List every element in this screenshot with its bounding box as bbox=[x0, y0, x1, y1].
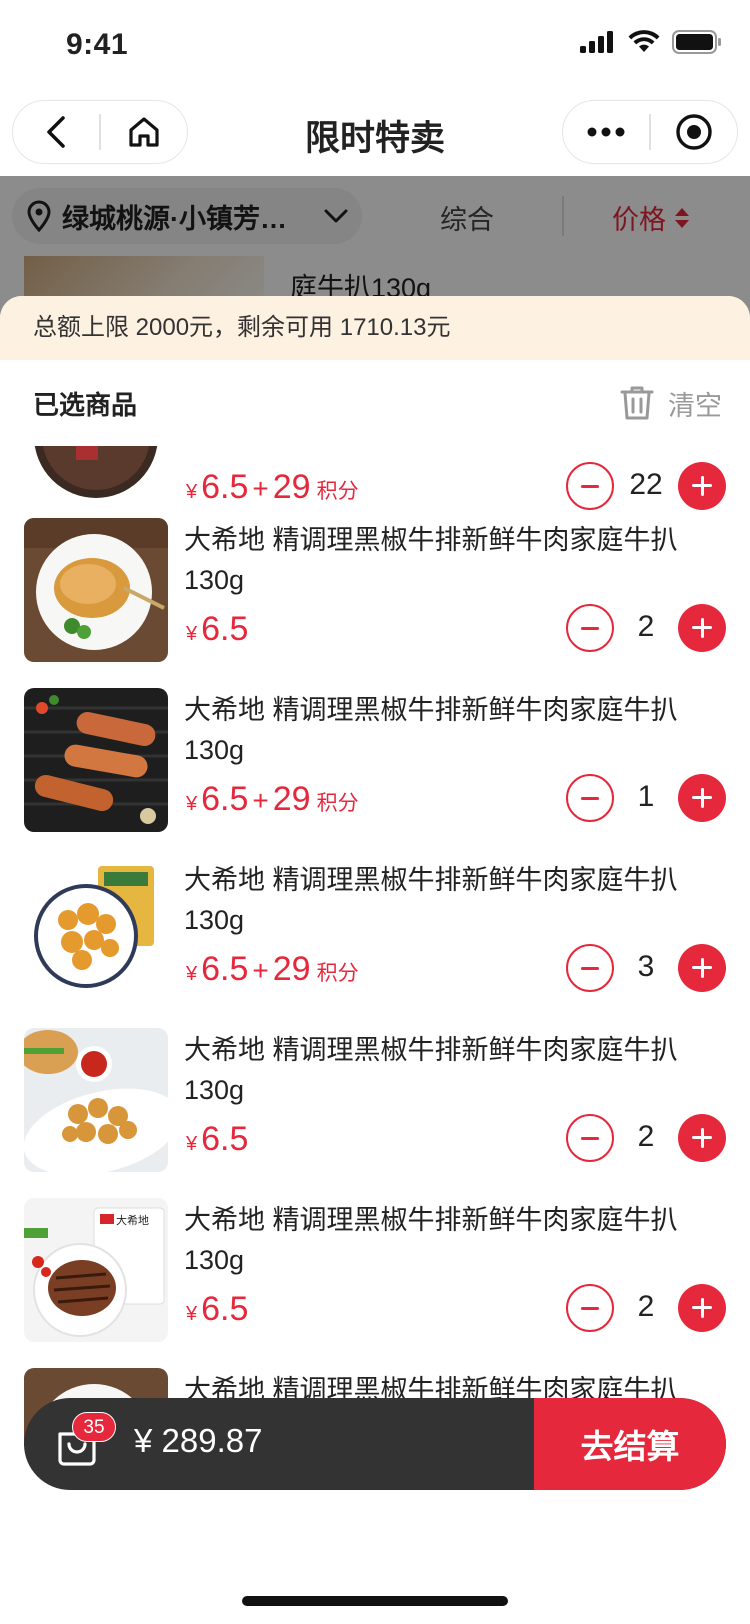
product-thumbnail[interactable] bbox=[24, 518, 168, 662]
item-name: 大希地 精调理黑椒牛排新鲜牛肉家庭牛扒130g bbox=[184, 525, 678, 595]
quantity-stepper: 3 bbox=[566, 944, 726, 992]
quantity-value: 3 bbox=[637, 950, 655, 983]
product-thumbnail[interactable] bbox=[24, 858, 168, 1002]
status-icons bbox=[580, 30, 722, 54]
list-item: 大希地 大希地 精调理黑椒牛排新鲜牛肉家庭牛扒130g ¥ 6.5 2 bbox=[0, 1198, 750, 1368]
signal-icon bbox=[580, 31, 613, 53]
product-thumbnail[interactable] bbox=[24, 688, 168, 832]
decrease-button[interactable] bbox=[566, 1284, 614, 1332]
increase-button[interactable] bbox=[678, 944, 726, 992]
currency-symbol: ¥ bbox=[186, 623, 198, 645]
cart-summary[interactable]: 35 ¥ 289.87 bbox=[24, 1398, 534, 1490]
limit-banner: 总额上限 2000元，剩余可用 1710.13元 bbox=[0, 296, 750, 360]
increase-button[interactable] bbox=[678, 462, 726, 510]
currency-symbol: ¥ bbox=[186, 1303, 198, 1325]
price-value: 6.5 bbox=[201, 468, 249, 506]
item-price: ¥ 6.5 + 29 积分 bbox=[186, 950, 359, 988]
decrease-button[interactable] bbox=[566, 462, 614, 510]
item-price: ¥ 6.5 bbox=[186, 1120, 248, 1159]
nav-bar: 限时特卖 bbox=[0, 92, 750, 176]
quantity-stepper: 2 bbox=[566, 1114, 726, 1162]
more-button[interactable] bbox=[563, 100, 649, 164]
increase-button[interactable] bbox=[678, 1284, 726, 1332]
increase-button[interactable] bbox=[678, 774, 726, 822]
clear-label: 清空 bbox=[668, 390, 722, 421]
points-label: 积分 bbox=[316, 962, 359, 985]
list-item: 大希地 精调理黑椒牛排新鲜牛肉家庭牛扒130g ¥ 6.5 2 bbox=[0, 518, 750, 688]
checkout-bar: 35 ¥ 289.87 去结算 bbox=[24, 1398, 726, 1490]
product-thumbnail[interactable] bbox=[24, 1028, 168, 1172]
quantity-stepper: 2 bbox=[566, 604, 726, 652]
sheet-header: 已选商品 清空 bbox=[0, 360, 750, 446]
quantity-stepper: 22 bbox=[566, 462, 726, 510]
wifi-icon bbox=[628, 30, 660, 52]
svg-text:大希地: 大希地 bbox=[116, 1213, 149, 1227]
price-value: 6.5 bbox=[201, 950, 249, 988]
home-indicator bbox=[242, 1596, 508, 1606]
item-price: ¥ 6.5 + 29 积分 bbox=[186, 468, 359, 506]
increase-button[interactable] bbox=[678, 604, 726, 652]
points-label: 积分 bbox=[316, 480, 359, 503]
price-value: 6.5 bbox=[201, 1290, 249, 1328]
price-value: 6.5 bbox=[201, 780, 249, 818]
quantity-value: 1 bbox=[637, 780, 655, 813]
sheet-title: 已选商品 bbox=[33, 389, 138, 420]
cart-count-badge: 35 bbox=[72, 1412, 116, 1442]
list-item: 大希地 精调理黑椒牛排新鲜牛肉家庭牛扒130g ¥ 6.5 2 bbox=[0, 1028, 750, 1198]
selected-item-list: ¥ 6.5 + 29 积分 22 大希地 精调理黑椒牛排新鲜牛肉家庭牛扒130g… bbox=[0, 446, 750, 1446]
quantity-stepper: 1 bbox=[566, 774, 726, 822]
currency-symbol: ¥ bbox=[186, 793, 198, 815]
status-time: 9:41 bbox=[66, 28, 129, 61]
checkout-button[interactable]: 去结算 bbox=[534, 1398, 726, 1490]
item-name: 大希地 精调理黑椒牛排新鲜牛肉家庭牛扒130g bbox=[184, 1205, 678, 1275]
quantity-value: 2 bbox=[637, 1120, 655, 1153]
item-price: ¥ 6.5 + 29 积分 bbox=[186, 780, 359, 818]
price-value: 6.5 bbox=[201, 610, 249, 648]
quantity-stepper: 2 bbox=[566, 1284, 726, 1332]
close-miniprogram-button[interactable] bbox=[651, 100, 737, 164]
decrease-button[interactable] bbox=[566, 604, 614, 652]
item-price: ¥ 6.5 bbox=[186, 610, 248, 649]
item-price: ¥ 6.5 bbox=[186, 1290, 248, 1329]
points-value: 29 bbox=[272, 468, 311, 506]
quantity-value: 2 bbox=[637, 610, 655, 643]
battery-icon bbox=[672, 30, 721, 54]
product-thumbnail[interactable] bbox=[24, 446, 168, 520]
status-bar: 9:41 bbox=[0, 0, 750, 92]
quantity-value: 22 bbox=[629, 468, 663, 501]
price-value: 6.5 bbox=[201, 1120, 249, 1158]
decrease-button[interactable] bbox=[566, 1114, 614, 1162]
decrease-button[interactable] bbox=[566, 944, 614, 992]
target-icon bbox=[676, 114, 712, 150]
list-item: 大希地 精调理黑椒牛排新鲜牛肉家庭牛扒130g ¥ 6.5 + 29 积分 3 bbox=[0, 858, 750, 1028]
currency-symbol: ¥ bbox=[186, 1133, 198, 1155]
item-name: 大希地 精调理黑椒牛排新鲜牛肉家庭牛扒130g bbox=[184, 1035, 678, 1105]
points-label: 积分 bbox=[316, 792, 359, 815]
quantity-value: 2 bbox=[637, 1290, 655, 1323]
item-name: 大希地 精调理黑椒牛排新鲜牛肉家庭牛扒130g bbox=[184, 695, 678, 765]
points-value: 29 bbox=[272, 780, 311, 818]
points-value: 29 bbox=[272, 950, 311, 988]
currency-symbol: ¥ bbox=[186, 481, 198, 503]
currency-symbol: ¥ bbox=[186, 963, 198, 985]
trash-icon bbox=[620, 386, 654, 420]
nav-capsule-right bbox=[562, 100, 738, 164]
product-thumbnail[interactable]: 大希地 bbox=[24, 1198, 168, 1342]
clear-button[interactable]: 清空 bbox=[620, 384, 722, 423]
decrease-button[interactable] bbox=[566, 774, 614, 822]
list-item: 大希地 精调理黑椒牛排新鲜牛肉家庭牛扒130g ¥ 6.5 + 29 积分 1 bbox=[0, 688, 750, 858]
cart-total: ¥ 289.87 bbox=[134, 1422, 263, 1459]
increase-button[interactable] bbox=[678, 1114, 726, 1162]
item-name: 大希地 精调理黑椒牛排新鲜牛肉家庭牛扒130g bbox=[184, 865, 678, 935]
more-dots-icon bbox=[587, 127, 625, 137]
